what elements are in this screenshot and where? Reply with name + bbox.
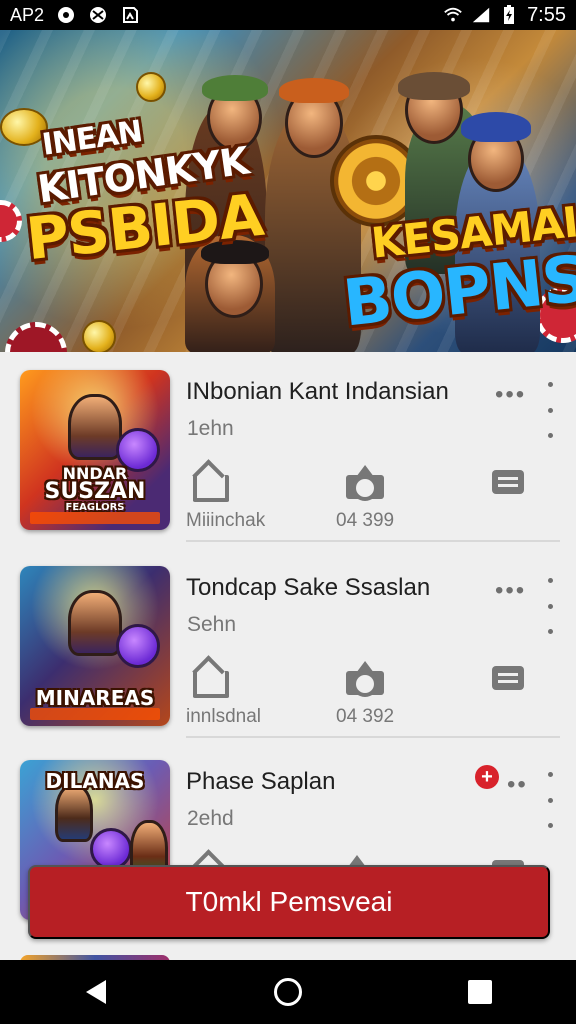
plus-badge-icon[interactable]: + [475,765,499,789]
thumbnail-ribbon [30,512,160,524]
list-item[interactable]: MINAREAS Tondcap Sake Ssaslan Sehn ••• i… [0,548,576,738]
cap-icon [461,112,531,142]
hero-hair [279,78,349,103]
thumbnail-title-line: SUSZAN [44,478,146,504]
purple-mascot [90,828,132,870]
item-subtitle: 2ehd [187,807,234,830]
item-subtitle: 1ehn [187,417,234,440]
status-right: 7:55 [443,4,566,27]
signal-icon [471,5,491,25]
thumbnail-title: MINAREAS [28,686,162,710]
back-button[interactable] [72,968,120,1016]
carrier-label: AP2 [10,4,45,25]
casino-chip-icon [0,200,22,242]
thumbnail-title-line: DILANAS [45,769,145,793]
action-home[interactable]: innlsdnal [186,656,261,728]
home-icon [274,978,302,1006]
recents-icon [468,980,492,1004]
home-button[interactable] [264,968,312,1016]
more-vertical-icon[interactable] [541,382,559,438]
thumbnail-ribbon [30,708,160,720]
thumbnail-title-line: MINAREAS [35,686,155,710]
action-label: innlsdnal [186,706,261,727]
camera-icon [344,656,386,698]
chat-icon [486,656,528,698]
divider [186,736,560,738]
item-title[interactable]: Phase Saplan [186,768,335,796]
home-icon [186,460,229,502]
gold-coin-icon [136,72,166,102]
item-title[interactable]: Tondcap Sake Ssaslan [186,574,430,602]
more-vertical-icon[interactable] [541,772,559,828]
divider [186,540,560,542]
cap-icon [398,72,470,100]
action-label: 04 392 [336,706,395,727]
recents-button[interactable] [456,968,504,1016]
action-chat[interactable] [486,656,528,706]
record-icon [56,5,76,25]
action-home[interactable]: Miiinchak [186,460,265,532]
primary-action-button[interactable]: T0mkl Pemsveai [28,865,550,939]
status-bar: AP2 7:55 [0,0,576,30]
gold-coin-icon [82,320,116,352]
wifi-icon [443,5,463,25]
more-horizontal-icon[interactable]: ••• [495,383,526,407]
more-horizontal-icon[interactable]: ••• [495,579,526,603]
action-camera[interactable]: 04 392 [336,656,394,728]
action-label: 04 399 [336,510,395,531]
purple-mascot [116,624,160,668]
item-title[interactable]: INbonian Kant Indansian [186,378,449,406]
action-camera[interactable]: 04 399 [336,460,394,532]
status-left: AP2 [10,5,140,26]
game-character [68,590,122,656]
item-subtitle: Sehn [187,613,237,636]
promo-banner[interactable]: INEAN KITONKYK PSBIDA KESAMAI BOPNS [0,30,576,352]
game-thumbnail[interactable]: NNDAR SUSZAN FEAGLORS [20,370,170,530]
game-character [68,394,122,460]
camera-roof [353,465,378,481]
clock: 7:55 [527,3,566,26]
camera-icon [344,460,386,502]
thumbnail-title: NNDAR SUSZAN FEAGLORS [28,466,162,512]
game-thumbnail[interactable]: MINAREAS [20,566,170,726]
shuffle-icon [88,5,108,25]
horned-helmet-icon [202,75,268,101]
casino-chip-icon [5,322,67,352]
more-vertical-icon[interactable] [541,578,559,634]
battery-charging-icon [499,5,519,25]
navigation-bar [0,960,576,1024]
action-chat[interactable] [486,460,528,510]
more-horizontal-icon[interactable]: •• [507,773,528,797]
home-icon [186,656,229,698]
back-icon [86,980,106,1004]
camera-roof [353,661,378,677]
screenshot-icon [120,5,140,25]
thumbnail-title-line: FEAGLORS [65,501,125,513]
list-item[interactable]: NNDAR SUSZAN FEAGLORS INbonian Kant Inda… [0,352,576,542]
chat-icon [486,460,528,502]
thumbnail-title: DILANAS [28,769,162,793]
action-label: Miiinchak [186,510,266,531]
